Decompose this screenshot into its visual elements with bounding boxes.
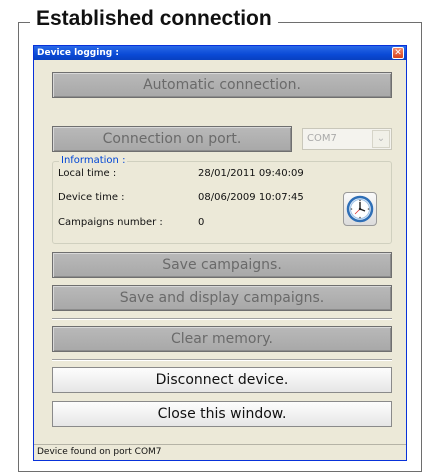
- campaigns-number-value: 0: [198, 217, 205, 228]
- automatic-connection-button[interactable]: Automatic connection.: [52, 72, 392, 98]
- device-time-label: Device time :: [58, 192, 125, 203]
- local-time-value: 28/01/2011 09:40:09: [198, 168, 304, 179]
- close-icon[interactable]: ✕: [392, 47, 404, 59]
- clock-icon: [346, 195, 374, 223]
- status-bar: Device found on port COM7: [34, 444, 406, 460]
- group-title: Established connection: [30, 5, 278, 33]
- information-legend: Information :: [59, 154, 128, 167]
- campaigns-number-label: Campaigns number :: [58, 217, 163, 228]
- local-time-label: Local time :: [58, 168, 117, 179]
- information-group: Information : Local time : 28/01/2011 09…: [52, 154, 392, 244]
- port-select-value: COM7: [307, 133, 337, 144]
- chevron-down-icon[interactable]: ⌄: [372, 130, 390, 148]
- device-logging-window: Device logging : ✕ Automatic connection.…: [33, 45, 407, 461]
- separator-1: [52, 318, 392, 320]
- window-titlebar: Device logging : ✕: [34, 46, 406, 60]
- connection-on-port-button[interactable]: Connection on port.: [52, 126, 292, 152]
- disconnect-device-button[interactable]: Disconnect device.: [52, 367, 392, 393]
- save-and-display-campaigns-button[interactable]: Save and display campaigns.: [52, 285, 392, 311]
- separator-2: [52, 359, 392, 361]
- close-window-button[interactable]: Close this window.: [52, 401, 392, 427]
- device-time-value: 08/06/2009 10:07:45: [198, 192, 304, 203]
- window-title: Device logging :: [37, 48, 119, 58]
- save-campaigns-button[interactable]: Save campaigns.: [52, 252, 392, 278]
- clock-sync-button[interactable]: [343, 192, 377, 226]
- port-select[interactable]: COM7 ⌄: [302, 128, 392, 150]
- clear-memory-button[interactable]: Clear memory.: [52, 326, 392, 352]
